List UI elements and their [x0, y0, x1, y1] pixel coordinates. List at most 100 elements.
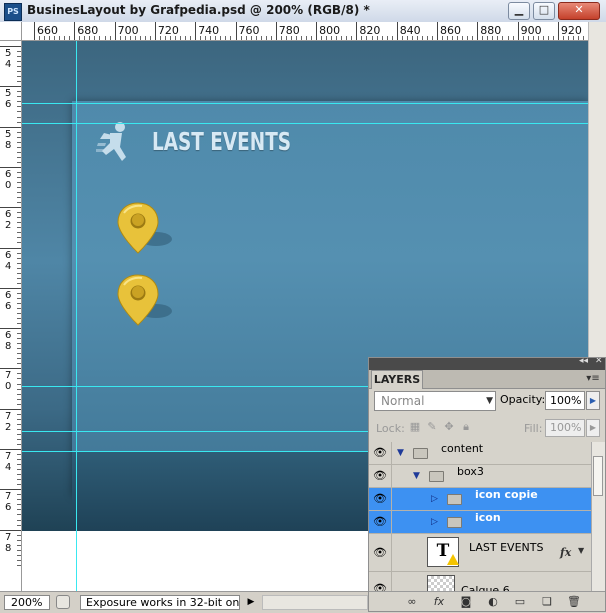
eye-icon[interactable]: 👁︎ [371, 469, 389, 483]
ruler-major-tick [154, 22, 156, 40]
eye-icon[interactable]: 👁︎ [371, 546, 389, 560]
ruler-minor-tick [17, 388, 21, 390]
maximize-button[interactable]: □ [533, 2, 555, 20]
ruler-major-tick [235, 22, 237, 40]
ruler-corner[interactable] [0, 22, 22, 41]
ruler-minor-tick [17, 91, 21, 93]
ruler-minor-tick [255, 36, 257, 40]
link-icon[interactable]: ∞ [404, 595, 420, 609]
eye-icon[interactable]: 👁︎ [371, 492, 389, 506]
collapse-icon[interactable]: ◂◂ [579, 358, 588, 366]
lock-position-icon[interactable]: ✥ [443, 421, 455, 433]
ruler-minor-tick [17, 116, 21, 118]
lock-transparent-icon[interactable]: ▦ [409, 421, 421, 433]
zoom-field[interactable]: 200% [4, 595, 50, 610]
ruler-minor-tick [416, 36, 418, 40]
ruler-minor-tick [346, 36, 348, 40]
eye-icon[interactable]: 👁︎ [371, 446, 389, 460]
layer-row-icon[interactable]: 👁︎ ▷ icon [369, 511, 591, 534]
ruler-major-tick [0, 247, 21, 249]
close-button[interactable]: ✕ [558, 2, 600, 20]
opacity-field[interactable]: 100% [545, 391, 585, 410]
ruler-minor-tick [17, 418, 21, 420]
ruler-label: 4 [5, 462, 12, 473]
layer-row-icon-copie[interactable]: 👁︎ ▷ icon copie [369, 488, 591, 511]
status-info-icon[interactable] [56, 595, 70, 609]
status-menu-arrow-icon[interactable]: ▶ [244, 595, 258, 610]
ruler-major-tick [316, 22, 318, 40]
tab-layers[interactable]: LAYERS [371, 370, 423, 389]
ruler-minor-tick [190, 36, 192, 40]
eye-icon[interactable]: 👁︎ [371, 515, 389, 529]
layer-row-last-events[interactable]: 👁︎ T LAST EVENTS fx ▼ [369, 534, 591, 572]
ruler-minor-tick [79, 36, 81, 40]
ruler-minor-tick [185, 36, 187, 40]
opacity-slider-button[interactable]: ▶ [586, 391, 600, 410]
ruler-major-tick [34, 22, 35, 40]
panel-title-strip[interactable]: ◂◂ ✕ [369, 358, 605, 370]
ruler-minor-tick [17, 277, 21, 279]
guide-vertical[interactable] [76, 41, 77, 591]
layer-row-content[interactable]: 👁︎ ▼ content [369, 442, 591, 465]
ruler-label: 7 [5, 410, 12, 422]
ruler-label: 7 [5, 531, 12, 543]
group-folder-icon[interactable]: ▭ [512, 595, 528, 609]
ruler-minor-tick [17, 312, 21, 314]
new-layer-icon[interactable]: ❏ [539, 595, 555, 609]
ruler-major-tick [0, 46, 21, 47]
ruler-minor-tick [17, 187, 21, 189]
scrollbar-thumb[interactable] [593, 456, 603, 496]
lock-all-icon[interactable]: 🔒︎ [460, 421, 472, 433]
blend-mode-select[interactable]: Normal ▼ [374, 391, 496, 411]
ruler-minor-tick [17, 438, 21, 440]
ruler-minor-tick [487, 36, 489, 40]
ruler-minor-tick [17, 197, 21, 199]
ruler-major-tick [0, 368, 21, 370]
ruler-minor-tick [17, 242, 21, 244]
ruler-major-tick [0, 207, 21, 209]
trash-icon[interactable]: 🗑︎ [566, 595, 582, 609]
fill-slider-button[interactable]: ▶ [586, 419, 600, 437]
effects-expand-icon[interactable]: ▼ [578, 546, 584, 555]
ruler-major-tick [0, 529, 21, 531]
ruler-label: 5 [5, 128, 12, 140]
layer-effects-icon[interactable]: fx [560, 546, 571, 559]
ruler-minor-tick [17, 398, 21, 400]
ruler-minor-tick [17, 454, 21, 456]
fx-icon[interactable]: fx [431, 595, 447, 609]
adjustment-icon[interactable]: ◐ [485, 595, 501, 609]
ruler-minor-tick [17, 121, 21, 123]
mask-icon[interactable]: ◙ [458, 595, 474, 609]
panel-close-icon[interactable]: ✕ [595, 358, 603, 366]
layer-row-calque-6[interactable]: 👁︎ Calque 6 [369, 572, 591, 592]
layers-footer: ∞ fx ◙ ◐ ▭ ❏ 🗑︎ [369, 591, 605, 611]
guide-horizontal[interactable] [22, 103, 588, 104]
ruler-major-tick [517, 22, 519, 40]
ruler-minor-tick [17, 257, 21, 259]
ruler-minor-tick [94, 36, 96, 40]
minimize-button[interactable]: ▁ [508, 2, 530, 20]
ruler-minor-tick [17, 514, 21, 516]
guide-horizontal[interactable] [22, 123, 588, 124]
fill-field[interactable]: 100% [545, 419, 585, 437]
document-horizontal-scrollbar[interactable] [262, 595, 368, 610]
collapse-triangle-icon[interactable]: ▷ [431, 488, 438, 511]
ruler-minor-tick [522, 36, 524, 40]
lock-image-icon[interactable]: ✎ [426, 421, 438, 433]
ruler-minor-tick [552, 36, 554, 40]
panel-menu-icon[interactable]: ▾≡ [583, 372, 603, 386]
expand-triangle-icon[interactable]: ▼ [413, 465, 420, 488]
collapse-triangle-icon[interactable]: ▷ [431, 511, 438, 534]
ruler-minor-tick [497, 36, 499, 40]
expand-triangle-icon[interactable]: ▼ [397, 442, 404, 465]
ruler-minor-tick [311, 36, 313, 40]
horizontal-ruler[interactable]: 660 680 700 720 740 760 780 800 820 840 860 880 900 9… [22, 22, 588, 41]
ruler-minor-tick [17, 559, 21, 561]
layers-scrollbar[interactable] [591, 442, 605, 592]
layer-row-box3[interactable]: 👁︎ ▼ box3 [369, 465, 591, 488]
ruler-minor-tick [351, 36, 353, 40]
ruler-minor-tick [371, 36, 373, 40]
vertical-ruler[interactable]: 54565860626466687072747678 [0, 41, 22, 591]
ruler-minor-tick [17, 433, 21, 435]
ruler-minor-tick [17, 222, 21, 224]
